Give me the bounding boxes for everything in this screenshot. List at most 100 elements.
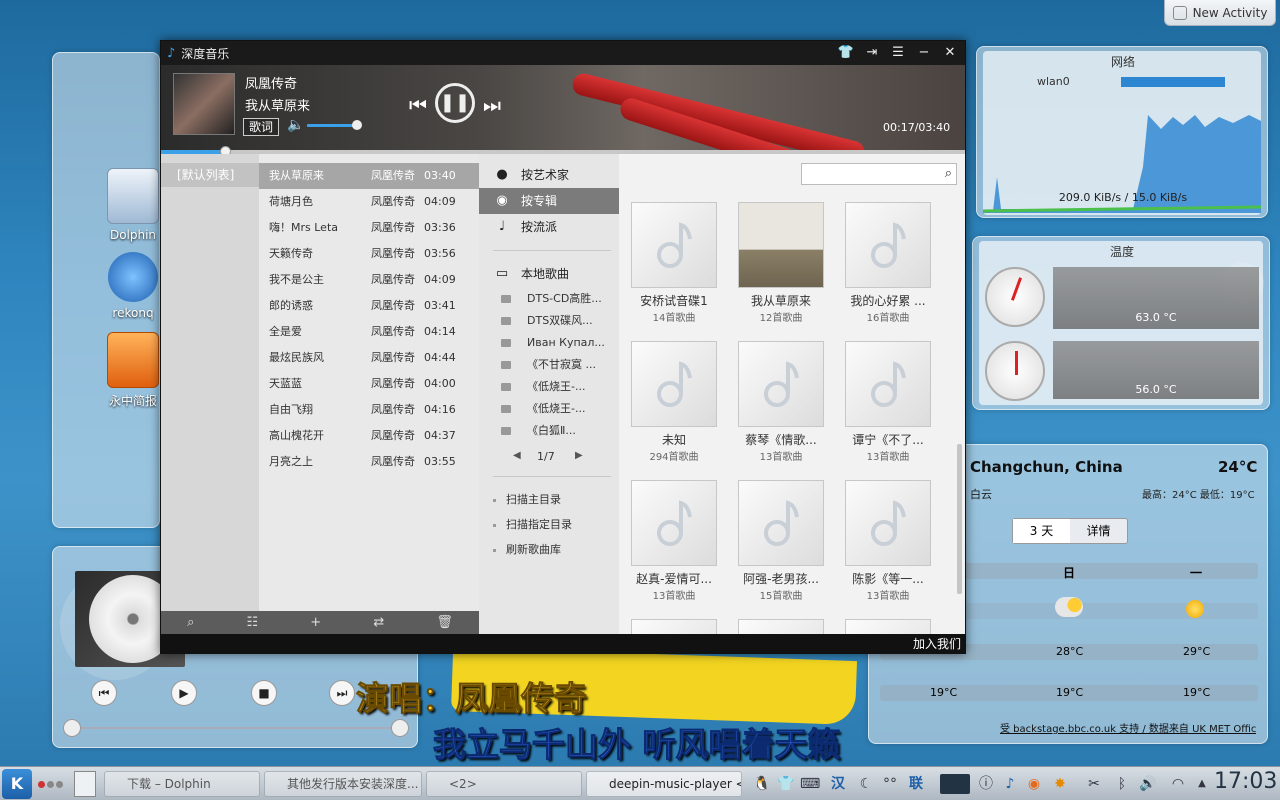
lyrics-button[interactable]: 歌词 <box>243 118 279 136</box>
next-button[interactable]: ⏭ <box>483 93 501 117</box>
mp-next-button[interactable]: ⏭ <box>329 680 355 706</box>
search-icon[interactable]: ⌕ <box>187 615 194 630</box>
nav-by-album[interactable]: ◉ 按专辑 <box>479 188 619 214</box>
desktop-icon-dolphin[interactable]: Dolphin <box>98 168 168 242</box>
add-icon[interactable]: + <box>310 615 321 630</box>
ubuntu-icon[interactable]: ◉ <box>1024 774 1044 794</box>
mp-seek-track[interactable] <box>71 727 401 729</box>
album-card[interactable]: 安桥试音碟1 14首歌曲 <box>631 202 717 324</box>
album-card[interactable]: 阿强-老男孩... 15首歌曲 <box>738 480 824 602</box>
song-row[interactable]: 我从草原来 凤凰传奇 03:40 <box>259 163 479 189</box>
previous-button[interactable]: ⏮ <box>409 93 427 117</box>
song-row[interactable]: 荷塘月色 凤凰传奇 04:09 <box>259 189 479 215</box>
song-row[interactable]: 嗨！Mrs Leta 凤凰传奇 03:36 <box>259 215 479 241</box>
song-row[interactable]: 月亮之上 凤凰传奇 03:55 <box>259 449 479 475</box>
bluetooth-icon[interactable]: ᛒ <box>1112 774 1132 794</box>
folder-item[interactable]: 《低烧王-... <box>501 376 615 398</box>
nav-by-artist[interactable]: ● 按艺术家 <box>479 162 619 188</box>
desktop-icon-rekonq[interactable]: rekonq <box>98 252 168 320</box>
clipboard-icon[interactable]: ✂ <box>1084 774 1104 794</box>
folder-item[interactable]: 《白狐Ⅱ... <box>501 420 615 442</box>
album-card[interactable]: 陈影《等一... 13首歌曲 <box>845 480 931 602</box>
song-row[interactable]: 我不是公主 凤凰传奇 04:09 <box>259 267 479 293</box>
album-card[interactable]: 我的心好累 ... 16首歌曲 <box>845 202 931 324</box>
music-tray-icon[interactable]: ♪ <box>1000 774 1020 794</box>
input-method-icon[interactable]: 汉 <box>828 774 848 794</box>
folder-item[interactable]: DTS双碟风... <box>501 310 615 332</box>
song-row[interactable]: 最炫民族风 凤凰传奇 04:44 <box>259 345 479 371</box>
list-icon[interactable]: ☷ <box>246 615 258 630</box>
shirt-icon[interactable]: 👕 <box>776 774 796 794</box>
punctuation-icon[interactable]: °° <box>880 774 900 794</box>
volume-knob[interactable] <box>351 120 362 130</box>
song-row[interactable]: 天蓝蓝 凤凰传奇 04:00 <box>259 371 479 397</box>
mp-stop-button[interactable]: ■ <box>251 680 277 706</box>
nav-by-genre[interactable]: ♩ 按流派 <box>479 214 619 240</box>
page-next-icon[interactable]: ▶ <box>575 450 583 461</box>
pager-icon[interactable] <box>74 771 96 797</box>
task-firefox[interactable]: 其他发行版本安装深度... <box>264 771 422 797</box>
weather-credit-link[interactable]: 受 backstage.bbc.co.uk 支持 / 数据来自 UK MET O… <box>1000 720 1256 735</box>
music-note-icon <box>764 361 799 407</box>
song-row[interactable]: 自由飞翔 凤凰传奇 04:16 <box>259 397 479 423</box>
close-icon[interactable]: ✕ <box>941 44 959 62</box>
join-us-link[interactable]: 加入我们 <box>913 637 961 651</box>
album-card[interactable]: 赵真-爱情可... 13首歌曲 <box>631 480 717 602</box>
album-card[interactable] <box>631 619 717 634</box>
nav-local-songs[interactable]: ▭ 本地歌曲 <box>479 261 619 287</box>
moon-icon[interactable]: ☾ <box>856 774 876 794</box>
desktop-icon-yozo-show[interactable]: 永中简报 <box>98 332 168 409</box>
scan-folder-link[interactable]: 扫描指定目录 <box>493 514 572 536</box>
refresh-library-link[interactable]: 刷新歌曲库 <box>493 539 561 561</box>
tray-expand-icon[interactable]: ▲ <box>1192 774 1212 794</box>
folder-item[interactable]: Иван Купал... <box>501 332 615 354</box>
task-dolphin[interactable]: 下载 – Dolphin <box>104 771 260 797</box>
album-scrollbar[interactable] <box>957 444 962 594</box>
mp-previous-button[interactable]: ⏮ <box>91 680 117 706</box>
playlist-default[interactable]: [默认列表] <box>161 163 259 187</box>
mp-volume-knob[interactable] <box>391 719 409 737</box>
volume-icon[interactable]: 🔈 <box>287 117 304 133</box>
minimize-icon[interactable]: − <box>915 44 933 62</box>
album-card[interactable] <box>738 619 824 634</box>
temp-value-2: 56.0 °C <box>1135 383 1177 396</box>
task-group[interactable]: <2> <box>426 771 582 797</box>
info-icon[interactable]: ⓘ <box>976 774 996 794</box>
shuffle-icon[interactable]: ⇄ <box>373 615 384 630</box>
tab-3-days[interactable]: 3 天 <box>1013 519 1070 543</box>
album-card[interactable]: 蔡琴《情歌... 13首歌曲 <box>738 341 824 463</box>
qq-icon[interactable]: 🐧 <box>752 774 772 794</box>
kde-menu-icon[interactable]: K <box>2 769 32 799</box>
song-row[interactable]: 郎的诱惑 凤凰传奇 03:41 <box>259 293 479 319</box>
clock[interactable]: 17:03 <box>1214 769 1277 794</box>
lianxiang-icon[interactable]: 联 <box>906 774 926 794</box>
wifi-icon[interactable]: ◠ <box>1168 774 1188 794</box>
album-card[interactable]: 谭宁《不了... 13首歌曲 <box>845 341 931 463</box>
task-deepin-music[interactable]: deepin-music-player <2> <box>586 771 742 797</box>
skin-icon[interactable]: 👕 <box>837 44 855 62</box>
mp-play-button[interactable]: ▶ <box>171 680 197 706</box>
song-row[interactable]: 高山槐花开 凤凰传奇 04:37 <box>259 423 479 449</box>
folder-item[interactable]: 《不甘寂寞 ... <box>501 354 615 376</box>
scan-home-link[interactable]: 扫描主目录 <box>493 489 561 511</box>
mp-seek-knob[interactable] <box>63 719 81 737</box>
delete-icon[interactable]: 🗑 <box>436 615 453 630</box>
system-monitor-icon[interactable] <box>940 774 970 794</box>
album-card[interactable]: 我从草原来 12首歌曲 <box>738 202 824 324</box>
update-icon[interactable]: ✸ <box>1050 774 1070 794</box>
mini-mode-icon[interactable]: ⇥ <box>863 44 881 62</box>
album-card[interactable] <box>845 619 931 634</box>
folder-item[interactable]: DTS-CD高胜... <box>501 288 615 310</box>
pause-button[interactable]: ❚❚ <box>435 83 475 123</box>
menu-icon[interactable]: ☰ <box>889 44 907 62</box>
volume-tray-icon[interactable]: 🔊 <box>1138 774 1158 794</box>
song-row[interactable]: 全是爱 凤凰传奇 04:14 <box>259 319 479 345</box>
song-row[interactable]: 天籁传奇 凤凰传奇 03:56 <box>259 241 479 267</box>
album-card[interactable]: 未知 294首歌曲 <box>631 341 717 463</box>
new-activity-button[interactable]: New Activity <box>1164 0 1276 26</box>
folder-item[interactable]: 《低烧王-... <box>501 398 615 420</box>
tab-details[interactable]: 详情 <box>1070 519 1127 543</box>
page-prev-icon[interactable]: ◀ <box>513 450 521 461</box>
keyboard-icon[interactable]: ⌨ <box>800 774 820 794</box>
activity-switcher-icon[interactable] <box>38 777 66 789</box>
